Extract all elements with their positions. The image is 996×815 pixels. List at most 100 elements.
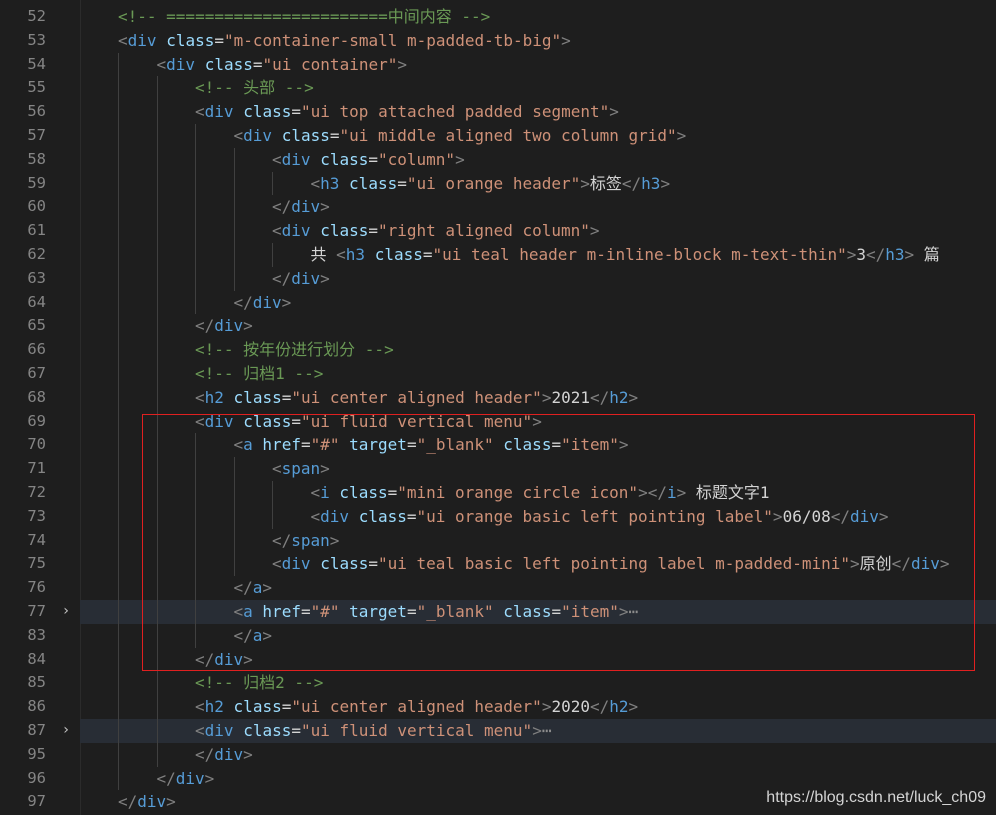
token-bracket: <: [272, 554, 282, 574]
code-line[interactable]: 64 </div>: [0, 290, 996, 315]
code-line[interactable]: 52 <!-- =======================中间内容 -->: [0, 5, 996, 29]
code-line[interactable]: 70 <a href="#" target="_blank" class="ite…: [0, 433, 996, 458]
token-tag: i: [666, 483, 677, 502]
line-number: 71: [27, 459, 46, 478]
token-text: 标签: [589, 173, 622, 193]
token-bracket: >: [243, 316, 253, 336]
code-line[interactable]: 85 <!-- 归档2 -->: [0, 671, 996, 696]
token-attr: class: [243, 411, 292, 431]
line-number: 58: [27, 149, 46, 168]
token-tag: div: [291, 268, 321, 288]
line-number: 61: [27, 221, 46, 240]
code-line[interactable]: 68 <h2 class="ui center aligned header">2…: [0, 385, 996, 410]
token-bracket: >: [580, 173, 590, 193]
indent-guide: [118, 290, 119, 315]
code-line[interactable]: 87 › <div class="ui fluid vertical menu">⋯: [0, 719, 996, 743]
token-str: "ui orange header": [406, 173, 581, 193]
code-line[interactable]: 96 </div>: [0, 766, 996, 791]
indent-guide: [233, 504, 235, 529]
indent-guide: [118, 338, 119, 362]
token-tag: h2: [609, 387, 629, 407]
code-line[interactable]: 72 <i class="mini orange circle icon"></i…: [0, 481, 996, 505]
token-attr: target: [349, 435, 407, 455]
token-tag: a: [243, 435, 253, 455]
indent-guide: [195, 290, 196, 315]
indent-guide: [233, 195, 235, 220]
code-line[interactable]: 54 <div class="ui container">: [0, 52, 996, 77]
token-bracket: >: [243, 649, 253, 669]
token-op: =: [300, 435, 311, 455]
token-bracket: </: [156, 768, 176, 788]
indent-guide: [118, 457, 119, 481]
code-line[interactable]: 86 <h2 class="ui center aligned header">2…: [0, 695, 996, 719]
code-text: <div class="ui fluid vertical menu">⋯: [195, 719, 551, 743]
fold-chevron-icon[interactable]: ›: [59, 719, 73, 743]
code-line[interactable]: 65 </div>: [0, 314, 996, 339]
code-line[interactable]: 57 <div class="ui middle aligned two colu…: [0, 124, 996, 148]
token-str: "ui center aligned header": [291, 697, 542, 717]
token-bracket: >: [628, 697, 639, 717]
line-number: 75: [27, 554, 46, 573]
token-attr: class: [320, 149, 369, 169]
token-bracket: >: [589, 221, 600, 241]
token-op: =: [281, 697, 292, 717]
token-tag: div: [214, 649, 244, 669]
code-line[interactable]: 69 <div class="ui fluid vertical menu">: [0, 409, 996, 434]
code-line[interactable]: 95 </div>: [0, 742, 996, 767]
indent-guide: [233, 481, 235, 505]
indent-guide: [195, 481, 196, 505]
code-line[interactable]: 59 <h3 class="ui orange header">标签</h3>: [0, 171, 996, 196]
code-line[interactable]: 67 <!-- 归档1 -->: [0, 362, 996, 386]
code-line[interactable]: 71 <span>: [0, 457, 996, 481]
token-op: =: [406, 602, 417, 621]
fold-chevron-icon[interactable]: ›: [59, 600, 73, 624]
line-number: 95: [27, 744, 46, 763]
indent-guide: [272, 481, 273, 505]
token-bracket: </: [233, 292, 253, 312]
line-number: 54: [27, 54, 46, 73]
indent-guide: [156, 647, 158, 672]
indent-guide: [156, 576, 158, 600]
token-op: =: [281, 387, 292, 407]
token-comment: <!-- 头部 -->: [195, 78, 314, 98]
token-tag: i: [320, 483, 330, 502]
code-line[interactable]: 56 <div class="ui top attached padded seg…: [0, 100, 996, 124]
indent-guide: [156, 719, 158, 743]
indent-guide: [195, 171, 196, 196]
code-line[interactable]: 66 <!-- 按年份进行划分 -->: [0, 338, 996, 362]
code-line[interactable]: 61 <div class="right aligned column">: [0, 219, 996, 243]
line-number: 52: [27, 7, 46, 25]
token-tag: div: [214, 744, 244, 764]
code-line[interactable]: 60 </div>: [0, 195, 996, 220]
token-bracket: </: [589, 697, 610, 717]
line-number: 84: [27, 649, 46, 668]
code-line[interactable]: 84 </div>: [0, 647, 996, 672]
line-number: 62: [27, 245, 46, 263]
token-bracket: </: [272, 268, 292, 288]
token-bracket: </: [195, 744, 215, 764]
token-attr: class: [358, 506, 407, 526]
code-line[interactable]: 63 </div>: [0, 266, 996, 291]
code-line[interactable]: 74 </span>: [0, 528, 996, 553]
token-str: "ui fluid vertical menu": [301, 721, 533, 740]
token-bracket: </: [195, 316, 215, 336]
code-line[interactable]: 62 共 <h3 class="ui teal header m-inline-b…: [0, 243, 996, 267]
indent-guide: [233, 243, 235, 267]
code-line[interactable]: 53 <div class="m-container-small m-padded…: [0, 29, 996, 53]
code-line[interactable]: 76 </a>: [0, 576, 996, 600]
code-line[interactable]: 75 <div class="ui teal basic left pointin…: [0, 552, 996, 577]
token-bracket: </: [118, 792, 138, 812]
code-editor[interactable]: 52 <!-- =======================中间内容 --> 53…: [0, 0, 996, 815]
code-line[interactable]: 58 <div class="column">: [0, 147, 996, 172]
token-ellipsis: ⋯: [541, 721, 552, 740]
code-line[interactable]: 77 › <a href="#" target="_blank" class="it…: [0, 600, 996, 624]
token-tag: div: [175, 768, 205, 788]
code-text: <div class="column">: [272, 148, 465, 172]
code-line[interactable]: 55 <!-- 头部 -->: [0, 76, 996, 101]
code-line[interactable]: 83 </a>: [0, 623, 996, 648]
code-line[interactable]: 73 <div class="ui orange basic left point…: [0, 504, 996, 529]
